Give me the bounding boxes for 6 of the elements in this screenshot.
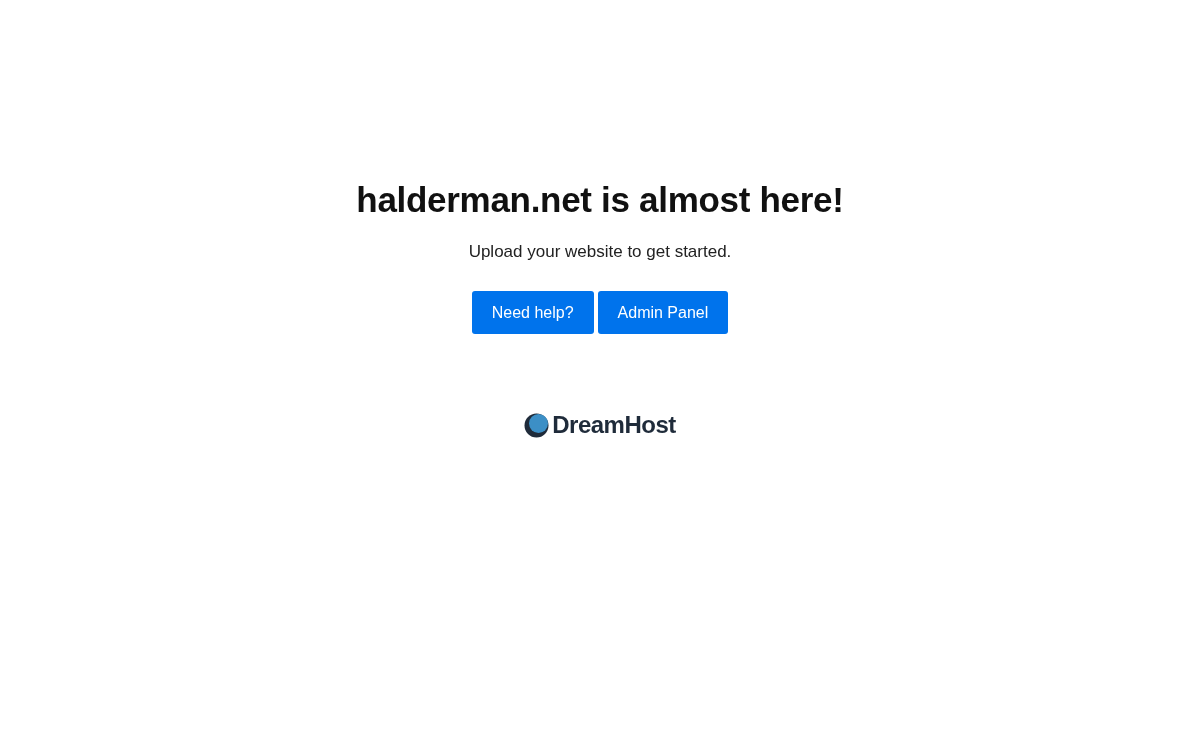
crescent-logo-icon (524, 412, 550, 438)
action-button[interactable]: Need help? (471, 291, 594, 334)
page-heading: halderman.net is almost here! (356, 180, 844, 220)
subtitle-text: Upload your website to get started. (468, 242, 732, 262)
logo-text: DreamHost (552, 411, 676, 439)
action-button[interactable]: Admin Panel (597, 291, 729, 334)
